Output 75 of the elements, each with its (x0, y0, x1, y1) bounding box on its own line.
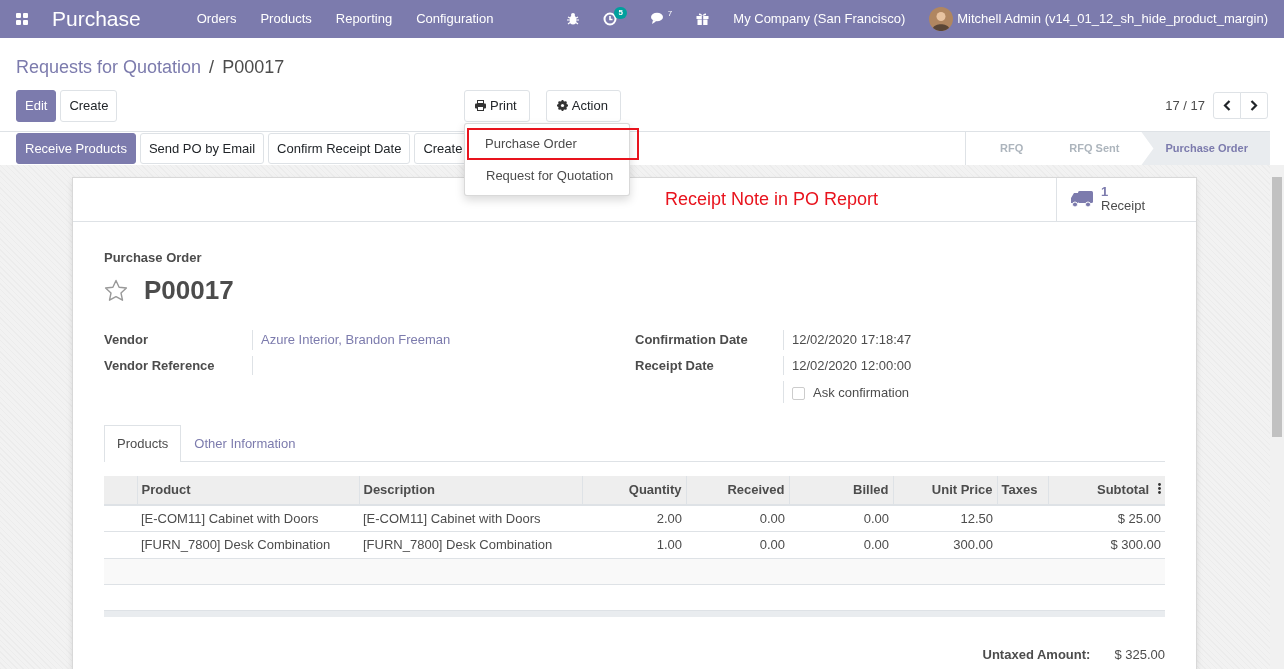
app-title[interactable]: Purchase (52, 3, 141, 35)
column-header[interactable]: Description (359, 476, 582, 505)
gift-icon[interactable] (696, 12, 710, 26)
company-switcher[interactable]: My Company (San Francisco) (733, 9, 906, 29)
truck-icon (1071, 190, 1093, 209)
field-value: 12/02/2020 12:00:00 (783, 355, 912, 376)
field-value: 12/02/2020 17:18:47 (783, 330, 912, 350)
field-label: Confirmation Date (635, 331, 749, 350)
column-options-icon[interactable] (1158, 483, 1161, 495)
menu-item[interactable]: Orders (196, 9, 237, 29)
table-cell: 1.00 (582, 531, 686, 559)
table-cell: 0.00 (789, 504, 893, 532)
previous-button[interactable] (1213, 92, 1241, 120)
receipt-smart-button[interactable]: 1 Receipt (1056, 177, 1196, 221)
pager-counter: 17 / 17 (1165, 97, 1205, 116)
table-cell: [E-COM11] Cabinet with Doors (359, 504, 582, 532)
avatar[interactable] (929, 6, 954, 31)
bug-icon[interactable] (567, 12, 580, 25)
edit-button[interactable]: Edit (16, 90, 57, 122)
menu-item[interactable]: Configuration (416, 9, 494, 29)
field-label: Vendor Reference (104, 356, 216, 375)
table-cell: $ 300.00 (1048, 531, 1165, 559)
status-action-button[interactable]: Send PO by Email (139, 132, 265, 165)
tab[interactable]: Other Information (181, 424, 309, 462)
action-button[interactable]: Action (545, 90, 621, 122)
tab[interactable]: Products (104, 424, 182, 463)
table-cell: 12.50 (893, 504, 997, 532)
table-cell: [E-COM11] Cabinet with Doors (137, 504, 359, 532)
activity-clock-icon[interactable] (603, 11, 618, 26)
column-header[interactable]: Unit Price (893, 476, 997, 505)
printer-icon (475, 100, 486, 112)
column-header[interactable]: Quantity (582, 476, 686, 505)
ask-confirmation-checkbox[interactable] (792, 386, 805, 400)
menu-item[interactable]: Reporting (335, 9, 393, 29)
status-action-button[interactable]: Receive Products (16, 132, 136, 165)
table-cell: 2.00 (582, 504, 686, 532)
breadcrumb-current: P00017 (222, 56, 285, 80)
column-header[interactable]: Taxes (997, 476, 1048, 505)
apps-menu-icon[interactable] (16, 12, 28, 25)
user-menu[interactable]: Mitchell Admin (v14_01_12_sh_hide_product_margin) (957, 9, 1268, 29)
star-icon[interactable] (104, 279, 128, 303)
chevron-left-icon (1223, 100, 1231, 112)
breadcrumb-separator: / (209, 56, 215, 80)
next-button[interactable] (1240, 92, 1268, 120)
scrollbar[interactable] (1270, 164, 1284, 669)
chat-icon (650, 12, 666, 26)
table-cell: $ 25.00 (1048, 504, 1165, 532)
field-link[interactable]: Azure Interior, Brandon Freeman (252, 330, 635, 350)
column-header[interactable]: Subtotal (1048, 476, 1165, 505)
breadcrumb-link[interactable]: Requests for Quotation (16, 54, 202, 82)
field-label: Receipt Date (635, 356, 715, 375)
status-action-button[interactable]: Confirm Receipt Date (268, 132, 411, 165)
total-label: Untaxed Amount: (982, 645, 1091, 664)
record-name: P00017 (144, 274, 234, 308)
gear-icon (556, 100, 568, 112)
menu-item[interactable]: Products (260, 9, 312, 29)
column-header[interactable]: Billed (789, 476, 893, 505)
column-header[interactable]: Received (686, 476, 789, 505)
activity-count: 5 (614, 6, 627, 19)
table-cell: [FURN_7800] Desk Combination (137, 531, 359, 559)
annotation-text: Receipt Note in PO Report (664, 187, 878, 211)
field-label: Vendor (104, 331, 150, 350)
table-cell: 0.00 (686, 504, 789, 532)
form-type-label: Purchase Order (104, 248, 203, 267)
table-cell: [FURN_7800] Desk Combination (359, 531, 582, 559)
column-header[interactable]: Product (137, 476, 359, 505)
chevron-right-icon (1250, 100, 1258, 112)
menu-item[interactable]: Purchase Order (467, 128, 639, 160)
ask-confirmation-label: Ask confirmation (813, 384, 910, 403)
create-button[interactable]: Create (60, 90, 118, 122)
table-cell: 0.00 (686, 531, 789, 559)
table-cell: 300.00 (893, 531, 997, 559)
total-value: $ 325.00 (1114, 645, 1165, 664)
table-cell: 0.00 (789, 531, 893, 559)
print-button[interactable]: Print (464, 90, 530, 122)
